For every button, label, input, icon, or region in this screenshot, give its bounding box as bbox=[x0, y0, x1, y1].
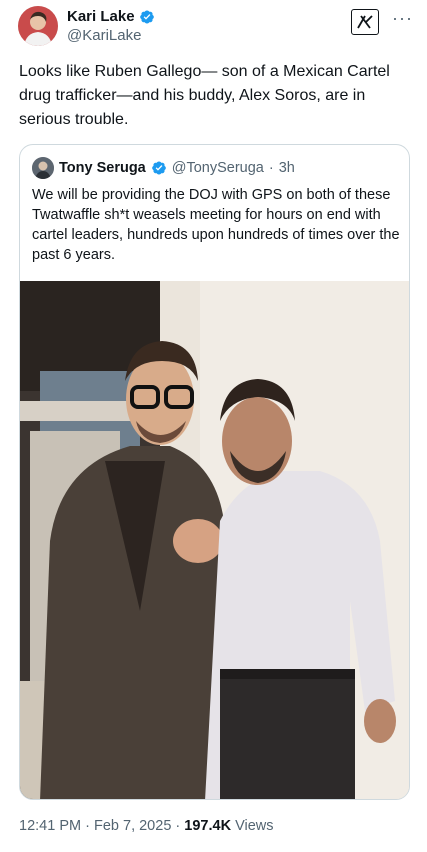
tweet-date[interactable]: Feb 7, 2025 bbox=[94, 818, 171, 834]
author-avatar[interactable] bbox=[18, 6, 58, 46]
quoted-verified-badge-icon bbox=[151, 160, 167, 176]
quoted-photo[interactable] bbox=[20, 281, 409, 799]
verified-badge-icon bbox=[139, 9, 155, 25]
more-icon[interactable]: ··· bbox=[392, 8, 413, 28]
quoted-display-name: Tony Seruga bbox=[59, 160, 146, 176]
tweet-meta: 12:41 PM · Feb 7, 2025 · 197.4K Views bbox=[19, 818, 274, 834]
meta-separator-1: · bbox=[85, 818, 90, 834]
tweet-time[interactable]: 12:41 PM bbox=[19, 818, 81, 834]
quoted-header: Tony Seruga @TonySeruga · 3h bbox=[32, 157, 295, 179]
quoted-separator: · bbox=[268, 160, 274, 176]
quoted-text: We will be providing the DOJ with GPS on… bbox=[32, 187, 400, 263]
grok-icon[interactable] bbox=[351, 9, 379, 35]
meta-separator-2: · bbox=[175, 818, 181, 834]
quoted-time: 3h bbox=[278, 160, 295, 176]
quoted-avatar bbox=[32, 157, 54, 179]
author-name-block: Kari Lake @KariLake bbox=[67, 8, 155, 46]
views-count: 197.4K bbox=[184, 818, 232, 834]
views-label: Views bbox=[235, 818, 274, 834]
quoted-handle: @TonySeruga bbox=[171, 160, 264, 176]
quoted-tweet[interactable]: Tony Seruga @TonySeruga · 3h We will be … bbox=[19, 144, 410, 800]
tweet-text: Looks like Ruben Gallego— son of a Mexic… bbox=[19, 63, 390, 128]
author-handle[interactable]: @KariLake bbox=[67, 26, 155, 46]
author-display-name[interactable]: Kari Lake bbox=[67, 8, 135, 26]
tweet-header: Kari Lake @KariLake ··· bbox=[18, 6, 417, 50]
